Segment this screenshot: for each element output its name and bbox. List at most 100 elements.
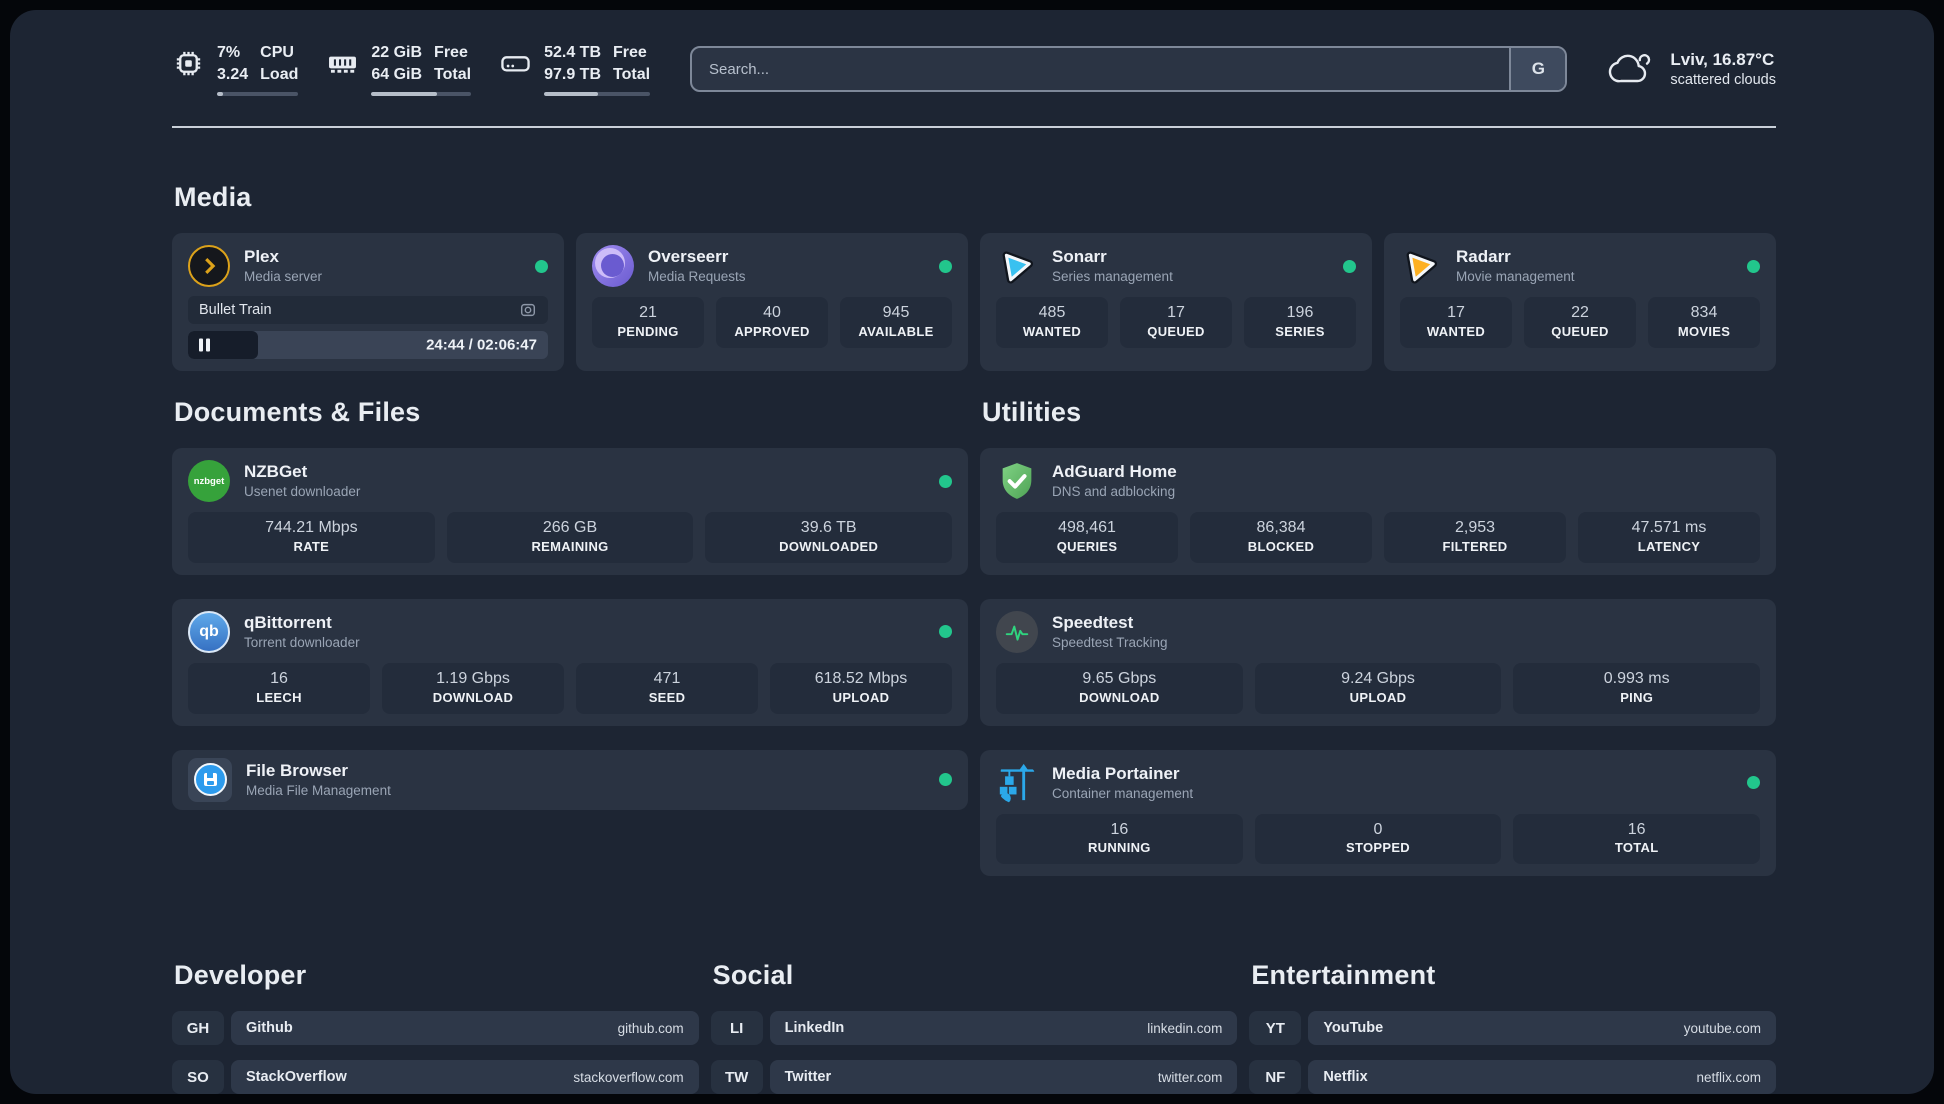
sonarr-icon [1002,251,1034,284]
app-card-radarr[interactable]: Radarr Movie management 17 WANTED 22 QUE… [1384,233,1776,372]
link-name: Netflix [1323,1069,1368,1086]
storage-label-1: Free [613,44,647,61]
section-title-utilities: Utilities [982,397,1082,428]
section-title-entertainment: Entertainment [1251,960,1436,991]
playback-time: 24:44 / 02:06:47 [426,336,537,354]
link-abbr[interactable]: LI [710,1011,763,1046]
section-title-media: Media [174,182,252,213]
app-description: DNS and adblocking [1052,484,1176,500]
cpu-load: 3.24 [217,65,249,83]
app-card-overseerr[interactable]: Overseerr Media Requests 21 PENDING 40 A… [576,233,968,372]
top-bar: 7% 3.24 CPU Load 22 GiB 64 GiB Free Tota… [172,42,1776,97]
stat-tile: 17 QUEUED [1120,297,1232,348]
link-abbr[interactable]: YT [1249,1011,1302,1046]
stat-tile: 471 SEED [576,662,758,714]
status-dot [1747,259,1760,273]
app-card-plex[interactable]: Plex Media server Bullet Train 24:44 / 0… [172,233,564,372]
link-abbr[interactable]: GH [172,1011,224,1046]
section-social: Social LI LinkedIn linkedin.com TW Twitt… [710,960,1238,1094]
app-card-filebrowser[interactable]: File Browser Media File Management [172,749,968,810]
weather-condition: scattered clouds [1670,71,1776,88]
app-card-nzbget[interactable]: nzbget NZBGet Usenet downloader 744.21 M… [172,448,968,575]
stat-tile: 2,953 FILTERED [1384,512,1566,563]
storage-icon [501,56,530,72]
app-name: AdGuard Home [1052,462,1177,482]
app-description: Series management [1052,269,1173,285]
radarr-icon [1406,251,1438,284]
app-card-sonarr[interactable]: Sonarr Series management 485 WANTED 17 Q… [980,233,1372,372]
link-twitter[interactable]: TW Twitter twitter.com [710,1060,1238,1094]
app-description: Speedtest Tracking [1052,635,1168,651]
pause-button[interactable] [199,338,210,352]
app-description: Usenet downloader [244,484,361,500]
cpu-icon [176,51,201,76]
cpu-stat: 7% 3.24 CPU Load [172,42,299,97]
app-card-portainer[interactable]: Media Portainer Container management 16 … [980,749,1776,877]
app-name: NZBGet [244,462,308,482]
cpu-progress-bar [217,92,299,97]
dashboard-panel: 7% 3.24 CPU Load 22 GiB 64 GiB Free Tota… [10,10,1934,1094]
memory-icon [329,56,357,73]
link-linkedin[interactable]: LI LinkedIn linkedin.com [710,1011,1238,1046]
app-card-qbittorrent[interactable]: qb qBittorrent Torrent downloader 16 LEE… [172,598,968,726]
app-description: Media File Management [246,782,391,798]
stat-tile: 21 PENDING [592,297,704,348]
speedtest-icon [996,610,1038,653]
storage-progress-bar [544,92,651,97]
cloud-icon [1609,54,1651,83]
link-name: YouTube [1323,1020,1384,1037]
stat-tile: 196 SERIES [1244,297,1356,348]
link-abbr[interactable]: SO [172,1060,224,1094]
weather-location: Lviv, 16.87°C [1670,49,1775,69]
section-developer: Developer GH Github github.com SO StackO… [172,960,699,1094]
storage-stat: 52.4 TB 97.9 TB Free Total [499,42,651,97]
section-utilities: Utilities AdGuard Home DNS and adblockin… [980,397,1776,900]
stat-tile: 86,384 BLOCKED [1190,512,1372,563]
stat-tile: 16 TOTAL [1513,813,1761,865]
adguard-icon [1002,463,1032,500]
search-engine-button[interactable]: G [1509,48,1566,91]
cpu-usage: 7% [217,44,241,61]
header-divider [172,126,1776,129]
link-url: twitter.com [1157,1069,1223,1085]
memory-stat: 22 GiB 64 GiB Free Total [326,42,472,97]
app-name: qBittorrent [244,613,332,633]
link-netflix[interactable]: NF Netflix netflix.com [1249,1060,1776,1094]
status-dot [1343,259,1356,273]
link-name: LinkedIn [784,1020,845,1037]
link-url: stackoverflow.com [573,1069,684,1085]
app-description: Media server [244,269,323,285]
link-abbr[interactable]: TW [710,1060,763,1094]
app-card-speedtest[interactable]: Speedtest Speedtest Tracking 9.65 Gbps D… [980,598,1776,726]
memory-label-1: Free [434,44,468,61]
link-url: netflix.com [1696,1069,1761,1085]
nzbget-icon: nzbget [188,460,230,503]
storage-free: 52.4 TB [544,44,601,61]
link-stackoverflow[interactable]: SO StackOverflow stackoverflow.com [172,1060,699,1094]
memory-total: 64 GiB [371,65,423,83]
stat-tile: 47.571 ms LATENCY [1578,512,1760,563]
search-input[interactable] [692,48,1510,91]
stat-tile: 0 STOPPED [1254,813,1502,865]
portainer-icon [999,763,1035,804]
link-youtube[interactable]: YT YouTube youtube.com [1249,1011,1776,1046]
app-card-adguard[interactable]: AdGuard Home DNS and adblocking 498,461 … [980,448,1776,575]
weather-widget: Lviv, 16.87°C scattered clouds [1607,49,1776,90]
stat-tile: 39.6 TB DOWNLOADED [705,512,953,563]
link-url: youtube.com [1683,1020,1761,1036]
stat-tile: 1.19 Gbps DOWNLOAD [382,662,564,714]
cpu-label-1: CPU [260,44,294,61]
cpu-label-2: Load [260,65,299,83]
media-type-icon [520,304,536,317]
stat-tile: 9.65 Gbps DOWNLOAD [996,662,1243,714]
link-abbr[interactable]: NF [1249,1060,1302,1094]
status-dot [939,625,952,639]
stat-tile: 945 AVAILABLE [840,297,952,348]
stat-tile: 16 RUNNING [996,813,1243,865]
link-github[interactable]: GH Github github.com [172,1011,699,1046]
now-playing-title: Bullet Train [199,302,272,319]
overseerr-icon [592,245,634,288]
filebrowser-icon [188,757,232,802]
memory-progress-bar [371,92,472,97]
section-title-social: Social [712,960,794,991]
